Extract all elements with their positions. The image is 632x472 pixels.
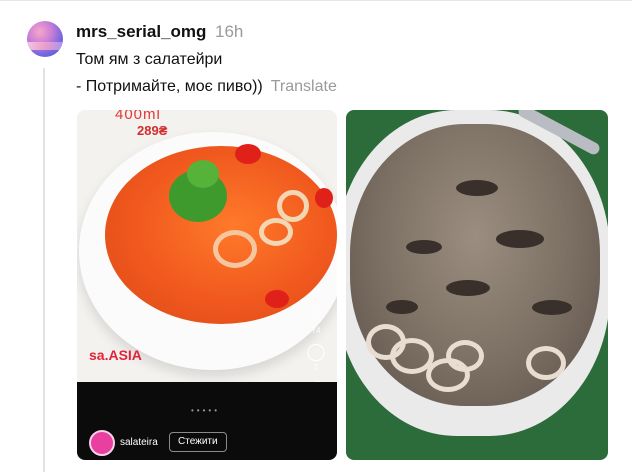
- post-time[interactable]: 16h: [215, 22, 243, 42]
- mushroom: [386, 300, 418, 314]
- account-avatar[interactable]: [89, 430, 115, 456]
- post-text-line-2: - Потримайте, моє пиво)) Translate: [76, 78, 337, 96]
- comment-icon[interactable]: ◯: [303, 342, 329, 362]
- thread-line: [43, 68, 45, 472]
- mushroom: [446, 280, 490, 296]
- cilantro: [187, 160, 219, 188]
- squid-ring: [259, 218, 293, 246]
- reel-bottom-bar: ••••• salateira Стежити: [77, 382, 337, 460]
- media-image-1[interactable]: 400ml 289₴ sa.ASIA ♡ 74 ◯ 2 ⟲ ➤ ••••• sa…: [77, 110, 337, 460]
- tomato: [265, 290, 289, 308]
- mushroom: [406, 240, 442, 254]
- follow-button[interactable]: Стежити: [169, 432, 227, 452]
- like-count: 74: [311, 326, 321, 335]
- top-divider: [0, 0, 632, 1]
- mushroom: [532, 300, 572, 315]
- post-text-line-2-content: - Потримайте, моє пиво)): [76, 78, 263, 95]
- comment-count: 2: [313, 363, 319, 372]
- mushroom: [496, 230, 544, 248]
- avatar[interactable]: [27, 21, 63, 57]
- price-label: 289₴: [137, 123, 168, 138]
- tomato: [315, 188, 333, 208]
- shrimp: [213, 230, 257, 268]
- tomato: [235, 144, 261, 164]
- media-image-2[interactable]: [346, 110, 608, 460]
- squid-ring: [277, 190, 309, 222]
- volume-label: 400ml: [115, 110, 161, 123]
- translate-link[interactable]: Translate: [271, 78, 337, 95]
- post-text-line-1: Том ям з салатейри: [76, 51, 223, 68]
- mushroom: [456, 180, 498, 196]
- squid-ring: [526, 346, 566, 380]
- account-name[interactable]: salateira: [120, 437, 158, 448]
- squid-ring: [446, 340, 484, 372]
- heart-icon[interactable]: ♡: [303, 305, 329, 325]
- username[interactable]: mrs_serial_omg: [76, 22, 206, 42]
- brand-logo: sa.ASIA: [89, 347, 142, 363]
- carousel-dots: •••••: [191, 406, 221, 415]
